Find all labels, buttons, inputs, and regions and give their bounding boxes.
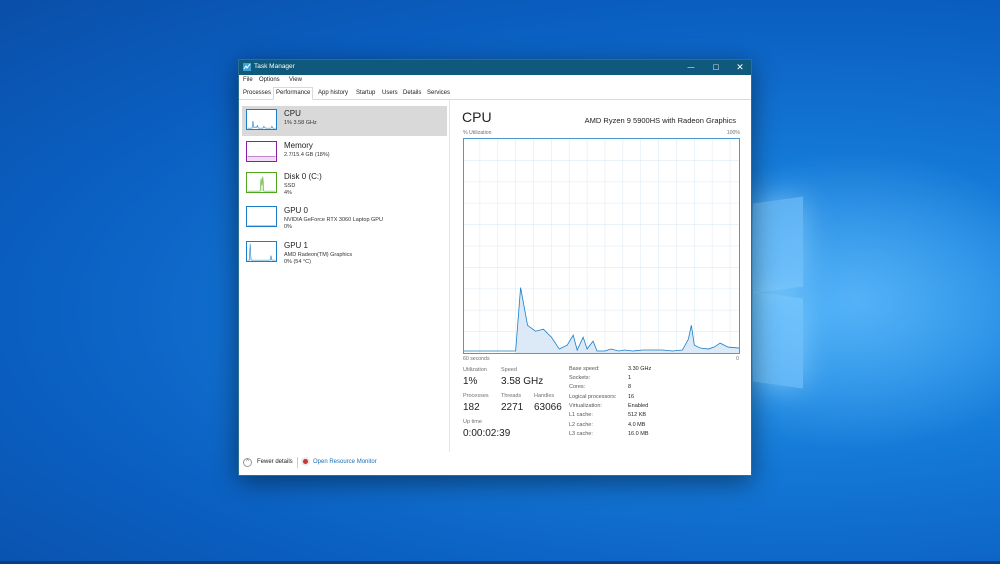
maximize-button[interactable]: □ bbox=[706, 61, 726, 74]
sidebar-gpu0-title: GPU 0 bbox=[284, 206, 309, 215]
sidebar-gpu0-sub2: 0% bbox=[284, 224, 292, 230]
l2-cache-value: 4.0 MB bbox=[628, 422, 646, 428]
handles-label: Handles bbox=[534, 393, 555, 399]
menu-view[interactable]: View bbox=[289, 77, 302, 83]
uptime-value: 0:00:02:39 bbox=[463, 428, 511, 439]
gpu0-thumbnail-graph bbox=[246, 206, 277, 227]
task-manager-window: Task Manager — □ ✕ File Options View Pro… bbox=[238, 59, 752, 476]
uptime-label: Up time bbox=[463, 419, 482, 425]
virtualization-label: Virtualization: bbox=[569, 403, 602, 409]
sidebar-item-gpu1[interactable]: GPU 1 AMD Radeon(TM) Graphics 0% (54 °C) bbox=[242, 238, 447, 268]
x-axis-right: 0 bbox=[736, 356, 739, 362]
windows-logo-pane-top bbox=[753, 196, 803, 294]
logical-processors-value: 16 bbox=[628, 394, 635, 400]
tab-services[interactable]: Services bbox=[425, 88, 452, 99]
page-title: CPU bbox=[462, 109, 492, 125]
base-speed-value: 3.30 GHz bbox=[628, 366, 652, 372]
tab-startup[interactable]: Startup bbox=[354, 88, 377, 99]
performance-sidebar: CPU 1% 3.58 GHz Memory 2.7/15.4 GB (18%)… bbox=[239, 100, 450, 452]
sidebar-item-cpu[interactable]: CPU 1% 3.58 GHz bbox=[242, 106, 447, 136]
minimize-button[interactable]: — bbox=[681, 61, 701, 74]
virtualization-value: Enabled bbox=[628, 403, 649, 409]
task-manager-icon bbox=[243, 63, 251, 71]
sockets-label: Sockets: bbox=[569, 375, 591, 381]
l1-cache-value: 512 KB bbox=[628, 412, 647, 418]
sidebar-item-disk[interactable]: Disk 0 (C:) SSD 4% bbox=[242, 169, 447, 199]
cpu-detail-panel: CPU AMD Ryzen 9 5900HS with Radeon Graph… bbox=[456, 100, 751, 452]
sidebar-item-memory[interactable]: Memory 2.7/15.4 GB (18%) bbox=[242, 138, 447, 168]
menu-file[interactable]: File bbox=[243, 77, 253, 83]
close-button[interactable]: ✕ bbox=[730, 61, 750, 74]
windows-logo-pane-bottom bbox=[753, 291, 803, 389]
y-axis-max: 100% bbox=[726, 130, 740, 136]
utilization-value: 1% bbox=[463, 376, 478, 387]
menu-bar: File Options View bbox=[239, 75, 751, 86]
sidebar-cpu-title: CPU bbox=[284, 109, 301, 118]
gpu1-thumbnail-graph bbox=[246, 241, 277, 262]
tab-app-history[interactable]: App history bbox=[316, 88, 350, 99]
footer-divider bbox=[297, 457, 298, 468]
open-resource-monitor-link[interactable]: Open Resource Monitor bbox=[313, 459, 377, 465]
title-bar[interactable]: Task Manager — □ ✕ bbox=[239, 60, 751, 75]
threads-label: Threads bbox=[501, 393, 522, 399]
handles-value: 63066 bbox=[534, 402, 562, 413]
window-title: Task Manager bbox=[254, 63, 295, 70]
logical-processors-label: Logical processors: bbox=[569, 394, 617, 400]
sidebar-gpu1-title: GPU 1 bbox=[284, 241, 309, 250]
l3-cache-value: 16.0 MB bbox=[628, 431, 649, 437]
sidebar-memory-sub: 2.7/15.4 GB (18%) bbox=[284, 152, 330, 158]
chevron-up-icon[interactable]: ^ bbox=[243, 458, 252, 467]
processes-label: Processes bbox=[463, 393, 489, 399]
sidebar-memory-title: Memory bbox=[284, 141, 313, 150]
utilization-label: Utilization bbox=[463, 367, 487, 373]
y-axis-label: % Utilization bbox=[463, 130, 492, 136]
tab-strip: Processes Performance App history Startu… bbox=[239, 86, 751, 100]
processes-value: 182 bbox=[463, 402, 480, 413]
tab-users[interactable]: Users bbox=[380, 88, 400, 99]
cores-label: Cores: bbox=[569, 384, 586, 390]
x-axis-left: 60 seconds bbox=[463, 356, 490, 362]
menu-options[interactable]: Options bbox=[259, 77, 280, 83]
cpu-utilization-graph bbox=[463, 138, 740, 354]
sidebar-gpu1-sub1: AMD Radeon(TM) Graphics bbox=[284, 252, 353, 258]
fewer-details-link[interactable]: Fewer details bbox=[257, 459, 293, 465]
memory-thumbnail-graph bbox=[246, 141, 277, 162]
cpu-model-name: AMD Ryzen 9 5900HS with Radeon Graphics bbox=[584, 116, 736, 125]
footer-bar: ^ Fewer details Open Resource Monitor bbox=[239, 451, 751, 475]
tab-performance[interactable]: Performance bbox=[273, 87, 314, 100]
sidebar-disk-title: Disk 0 (C:) bbox=[284, 172, 322, 181]
sidebar-disk-sub1: SSD bbox=[284, 183, 296, 189]
cores-value: 8 bbox=[628, 384, 632, 390]
speed-label: Speed bbox=[501, 367, 517, 373]
sidebar-gpu0-sub1: NVIDIA GeForce RTX 3060 Laptop GPU bbox=[284, 217, 383, 223]
disk-thumbnail-graph bbox=[246, 172, 277, 193]
l3-cache-label: L3 cache: bbox=[569, 431, 593, 437]
sidebar-item-gpu0[interactable]: GPU 0 NVIDIA GeForce RTX 3060 Laptop GPU… bbox=[242, 203, 447, 233]
resource-monitor-icon[interactable] bbox=[301, 457, 310, 466]
sidebar-cpu-sub: 1% 3.58 GHz bbox=[284, 120, 317, 126]
threads-value: 2271 bbox=[501, 402, 524, 413]
base-speed-label: Base speed: bbox=[569, 366, 600, 372]
sidebar-disk-sub2: 4% bbox=[284, 190, 292, 196]
l2-cache-label: L2 cache: bbox=[569, 422, 593, 428]
tab-processes[interactable]: Processes bbox=[241, 88, 273, 99]
speed-value: 3.58 GHz bbox=[501, 376, 544, 387]
cpu-thumbnail-graph bbox=[246, 109, 277, 130]
tab-details[interactable]: Details bbox=[401, 88, 423, 99]
sockets-value: 1 bbox=[628, 375, 632, 381]
sidebar-gpu1-sub2: 0% (54 °C) bbox=[284, 259, 311, 265]
l1-cache-label: L1 cache: bbox=[569, 412, 593, 418]
